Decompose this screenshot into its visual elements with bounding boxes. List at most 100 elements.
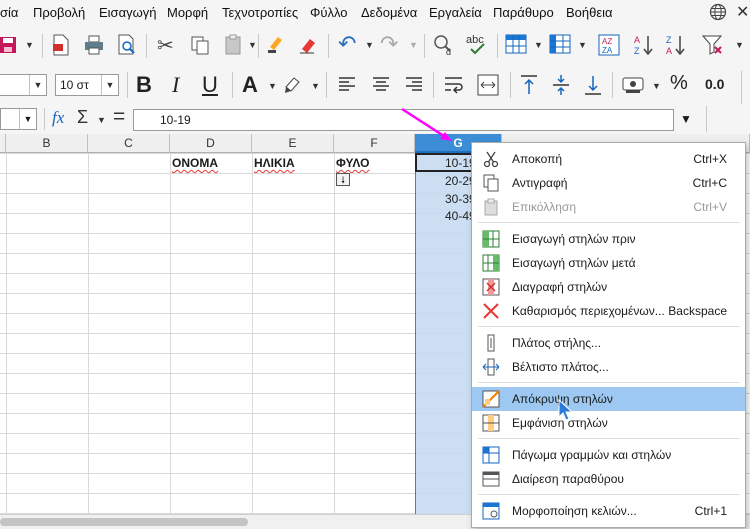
sort-ascending-icon[interactable]: AZ <box>634 33 656 57</box>
insert-columns-before-icon <box>482 230 500 248</box>
column-header-c[interactable]: C <box>88 134 170 153</box>
font-color-button[interactable]: A <box>242 72 258 98</box>
align-bottom-icon[interactable] <box>584 74 602 96</box>
globe-icon[interactable] <box>709 3 727 21</box>
center-vertically-icon[interactable] <box>552 74 570 96</box>
cell-f1[interactable]: ΦΥΛΟ <box>336 156 369 170</box>
close-document-icon[interactable]: ✕ <box>736 2 749 22</box>
function-wizard-icon[interactable]: fx <box>52 108 64 128</box>
column-header-b[interactable]: B <box>6 134 88 153</box>
currency-dropdown-icon[interactable]: ▼ <box>652 81 661 91</box>
formula-icon[interactable]: = <box>113 105 125 129</box>
menu-item-label: Απόκρυψη στηλών <box>512 392 613 406</box>
clear-contents-icon <box>483 303 499 319</box>
redo-dropdown-icon[interactable]: ▼ <box>409 40 418 50</box>
cell-e1[interactable]: ΗΛΙΚΙΑ <box>254 156 295 170</box>
menu-item-hide-columns[interactable]: Απόκρυψη στηλών <box>472 387 745 411</box>
redo-icon[interactable]: ↷ <box>380 31 398 57</box>
menu-item-insert-columns-after[interactable]: Εισαγωγή στηλών μετά <box>472 251 745 275</box>
column-icon[interactable] <box>549 34 571 54</box>
formula-input[interactable]: 10-19 <box>133 109 674 131</box>
clone-formatting-icon[interactable] <box>266 33 286 55</box>
gridline <box>334 153 335 514</box>
row-icon[interactable] <box>505 34 527 54</box>
align-center-icon[interactable] <box>372 76 390 94</box>
paste-icon[interactable] <box>224 34 244 56</box>
sort-descending-icon[interactable]: ZA <box>666 33 688 57</box>
menu-item-show-columns[interactable]: Εμφάνιση στηλών <box>472 411 745 435</box>
menu-item-column-width[interactable]: Πλάτος στήλης... <box>472 331 745 355</box>
menu-item-paste[interactable]: Επικόλληση Ctrl+V <box>472 195 745 219</box>
menu-item-clear-contents[interactable]: Καθαρισμός περιεχομένων... Backspace <box>472 299 745 323</box>
column-header-e[interactable]: E <box>252 134 334 153</box>
column-dropdown-icon[interactable]: ▼ <box>578 40 587 50</box>
undo-icon[interactable]: ↶ <box>338 31 356 57</box>
print-icon[interactable] <box>84 35 104 55</box>
autofilter-button[interactable]: 🠗 <box>336 173 350 186</box>
sum-icon[interactable]: Σ <box>77 107 88 128</box>
chevron-down-icon[interactable]: ▼ <box>29 75 46 95</box>
copy-icon[interactable] <box>190 35 210 55</box>
align-left-icon[interactable] <box>338 76 356 94</box>
autofilter-dropdown-icon[interactable]: ▼ <box>735 40 744 50</box>
percent-format-button[interactable]: % <box>670 72 688 95</box>
menu-item-insert-columns-before[interactable]: Εισαγωγή στηλών πριν <box>472 227 745 251</box>
clear-formatting-icon[interactable] <box>298 33 318 55</box>
menu-item-label: Εισαγωγή στηλών πριν <box>512 232 636 246</box>
save-icon[interactable] <box>0 35 18 55</box>
menu-tools[interactable]: Εργαλεία <box>429 5 482 20</box>
highlight-dropdown-icon[interactable]: ▼ <box>311 81 320 91</box>
menu-item-cut[interactable]: Αποκοπή Ctrl+X <box>472 147 745 171</box>
column-header-d[interactable]: D <box>170 134 252 153</box>
save-dropdown-icon[interactable]: ▼ <box>25 40 34 50</box>
cell-d1[interactable]: ΟΝΟΜΑ <box>172 156 218 170</box>
spelling-icon[interactable]: abc <box>465 32 489 56</box>
menu-data[interactable]: Δεδομένα <box>361 5 417 20</box>
menu-insert[interactable]: Εισαγωγή <box>99 5 156 20</box>
highlight-color-icon[interactable] <box>283 75 305 95</box>
menu-styles[interactable]: Τεχνοτροπίες <box>222 5 298 20</box>
sum-dropdown-icon[interactable]: ▼ <box>97 115 106 125</box>
currency-format-icon[interactable] <box>622 75 648 95</box>
menu-help[interactable]: Βοήθεια <box>566 5 613 20</box>
print-preview-icon[interactable] <box>117 34 137 56</box>
menu-item-optimal-width[interactable]: Βέλτιστο πλάτος... <box>472 355 745 379</box>
menu-item-copy[interactable]: Αντιγραφή Ctrl+C <box>472 171 745 195</box>
menu-file[interactable]: σία <box>0 5 18 20</box>
italic-button[interactable]: I <box>172 72 179 98</box>
name-box[interactable]: ▼ <box>0 108 37 130</box>
sort-icon[interactable]: AZZA <box>598 34 620 56</box>
export-pdf-icon[interactable] <box>52 34 70 56</box>
format-cells-icon <box>482 502 500 520</box>
chevron-down-icon[interactable]: ▼ <box>101 75 118 95</box>
expand-formula-icon[interactable]: ▼ <box>680 112 692 126</box>
menu-window[interactable]: Παράθυρο <box>493 5 554 20</box>
cut-icon[interactable]: ✂ <box>157 33 174 58</box>
underline-button[interactable]: U <box>202 72 218 98</box>
number-format-button[interactable]: 0.0 <box>705 76 724 92</box>
font-color-dropdown-icon[interactable]: ▼ <box>268 81 277 91</box>
align-top-icon[interactable] <box>520 74 538 96</box>
undo-dropdown-icon[interactable]: ▼ <box>365 40 374 50</box>
column-header-f[interactable]: F <box>334 134 415 153</box>
menu-view[interactable]: Προβολή <box>33 5 85 20</box>
menu-format[interactable]: Μορφή <box>167 5 208 20</box>
chevron-down-icon[interactable]: ▼ <box>19 109 36 129</box>
menu-item-delete-columns[interactable]: Διαγραφή στηλών <box>472 275 745 299</box>
align-right-icon[interactable] <box>405 76 423 94</box>
menu-separator <box>478 326 740 327</box>
row-dropdown-icon[interactable]: ▼ <box>534 40 543 50</box>
scrollbar-thumb[interactable] <box>0 518 248 526</box>
menu-item-format-cells[interactable]: Μορφοποίηση κελιών... Ctrl+1 <box>472 499 745 523</box>
menu-sheet[interactable]: Φύλλο <box>310 5 348 20</box>
font-name-combo[interactable]: ▼ <box>0 74 47 96</box>
merge-center-icon[interactable] <box>477 74 499 96</box>
font-size-combo[interactable]: 10 στ ▼ <box>55 74 119 96</box>
wrap-text-icon[interactable] <box>444 75 464 95</box>
find-replace-icon[interactable]: d <box>433 34 455 56</box>
paste-dropdown-icon[interactable]: ▼ <box>248 40 257 50</box>
autofilter-icon[interactable] <box>702 34 724 56</box>
bold-button[interactable]: B <box>136 72 152 98</box>
menu-item-split-window[interactable]: Διαίρεση παραθύρου <box>472 467 745 491</box>
menu-item-freeze[interactable]: Πάγωμα γραμμών και στηλών <box>472 443 745 467</box>
